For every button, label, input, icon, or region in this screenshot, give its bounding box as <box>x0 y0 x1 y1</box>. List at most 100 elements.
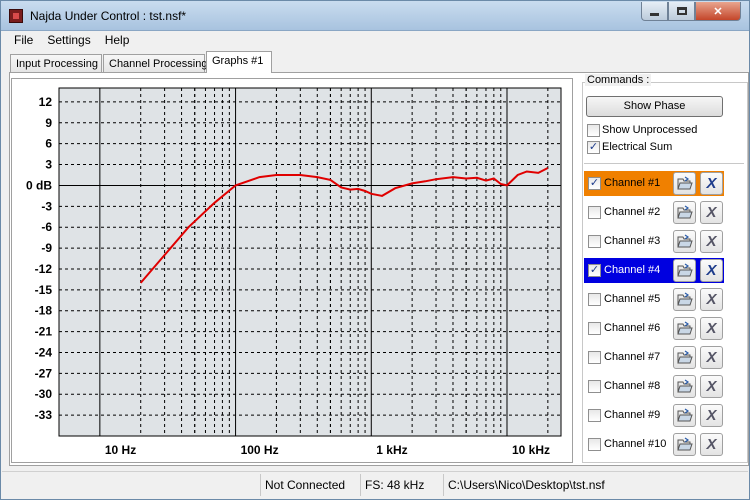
channel-delete-button[interactable]: X <box>700 433 723 456</box>
channel-open-button[interactable] <box>673 230 696 253</box>
y-tick-label: -18 <box>35 304 53 318</box>
show-unprocessed-checkbox[interactable] <box>587 124 600 137</box>
tab-channel-processing[interactable]: Channel Processing <box>103 54 207 73</box>
channel-row: ✓ Channel #1 X <box>584 171 746 196</box>
channel-checkbox[interactable] <box>588 206 601 219</box>
y-tick-label: 12 <box>39 95 53 109</box>
show-unprocessed-label[interactable]: Show Unprocessed <box>602 124 697 136</box>
checkmark-icon: ✓ <box>589 264 600 276</box>
channel-checkbox[interactable] <box>588 293 601 306</box>
channel-row: Channel #3 X <box>584 229 746 254</box>
channel-delete-button[interactable]: X <box>700 230 723 253</box>
x-tick-label: 1 kHz <box>376 443 407 457</box>
y-tick-label: -33 <box>35 408 53 422</box>
channel-open-button[interactable] <box>673 375 696 398</box>
open-folder-icon <box>677 263 693 277</box>
channel-delete-button[interactable]: X <box>700 172 723 195</box>
y-tick-label: -6 <box>41 220 52 234</box>
channel-checkbox[interactable] <box>588 380 601 393</box>
open-folder-icon <box>677 379 693 393</box>
open-folder-icon <box>677 205 693 219</box>
electrical-sum-check: ✓ <box>588 141 599 153</box>
open-folder-icon <box>677 292 693 306</box>
y-tick-label: -12 <box>35 262 53 276</box>
channel-open-button[interactable] <box>673 346 696 369</box>
channel-label[interactable]: Channel #10 <box>604 438 666 450</box>
channel-label[interactable]: Channel #5 <box>604 293 660 305</box>
y-tick-label: 3 <box>45 158 52 172</box>
channel-checkbox[interactable]: ✓ <box>588 264 601 277</box>
checkmark-icon: ✓ <box>589 177 600 189</box>
channel-open-button[interactable] <box>673 259 696 282</box>
tab-graphs-1[interactable]: Graphs #1 <box>206 51 272 73</box>
y-tick-label: -27 <box>35 366 53 380</box>
close-button[interactable]: ✕ <box>695 2 741 21</box>
channel-label[interactable]: Channel #8 <box>604 380 660 392</box>
y-tick-label: -3 <box>41 199 52 213</box>
channel-label[interactable]: Channel #4 <box>604 264 660 276</box>
y-tick-label: -24 <box>35 345 53 359</box>
channel-label[interactable]: Channel #1 <box>604 177 660 189</box>
window-title: Najda Under Control : tst.nsf* <box>30 9 187 23</box>
y-tick-label: -15 <box>35 283 53 297</box>
channel-open-button[interactable] <box>673 433 696 456</box>
delete-icon: X <box>706 204 717 221</box>
minimize-button[interactable] <box>641 2 668 21</box>
maximize-button[interactable] <box>668 2 695 21</box>
channel-delete-button[interactable]: X <box>700 375 723 398</box>
channel-open-button[interactable] <box>673 404 696 427</box>
channel-row: Channel #7 X <box>584 345 746 370</box>
commands-panel: Commands : Show Phase Show Unprocessed ✓… <box>582 73 748 463</box>
delete-icon: X <box>706 349 717 366</box>
delete-icon: X <box>706 407 717 424</box>
status-file-path: C:\Users\Nico\Desktop\tst.nsf <box>443 474 743 496</box>
channel-delete-button[interactable]: X <box>700 317 723 340</box>
status-sample-rate: FS: 48 kHz <box>360 474 440 496</box>
channel-open-button[interactable] <box>673 317 696 340</box>
channel-open-button[interactable] <box>673 288 696 311</box>
status-bar: Not Connected FS: 48 kHz C:\Users\Nico\D… <box>2 471 748 497</box>
channel-label[interactable]: Channel #7 <box>604 351 660 363</box>
y-tick-label: -30 <box>35 387 53 401</box>
minimize-icon <box>650 12 659 16</box>
menu-settings[interactable]: Settings <box>40 32 97 50</box>
channel-checkbox[interactable] <box>588 235 601 248</box>
close-icon: ✕ <box>713 5 723 18</box>
app-icon[interactable] <box>9 9 23 23</box>
open-folder-icon <box>677 234 693 248</box>
channel-label[interactable]: Channel #6 <box>604 322 660 334</box>
electrical-sum-checkbox[interactable]: ✓ <box>587 141 600 154</box>
channel-delete-button[interactable]: X <box>700 288 723 311</box>
x-tick-label: 10 Hz <box>105 443 136 457</box>
channel-delete-button[interactable]: X <box>700 404 723 427</box>
show-phase-button[interactable]: Show Phase <box>586 96 723 117</box>
y-tick-label: -9 <box>41 241 52 255</box>
delete-icon: X <box>706 233 717 250</box>
channel-row: ✓ Channel #4 X <box>584 258 746 283</box>
channel-open-button[interactable] <box>673 172 696 195</box>
channel-checkbox[interactable]: ✓ <box>588 177 601 190</box>
channel-row: Channel #6 X <box>584 316 746 341</box>
channel-checkbox[interactable] <box>588 438 601 451</box>
app-window: Najda Under Control : tst.nsf* ✕ File Se… <box>0 0 750 500</box>
tab-input-processing[interactable]: Input Processing <box>10 54 102 73</box>
channel-delete-button[interactable]: X <box>700 201 723 224</box>
delete-icon: X <box>706 262 717 279</box>
channel-checkbox[interactable] <box>588 351 601 364</box>
menu-file[interactable]: File <box>7 32 40 50</box>
electrical-sum-label[interactable]: Electrical Sum <box>602 141 672 153</box>
y-tick-label: 9 <box>45 116 52 130</box>
channel-label[interactable]: Channel #9 <box>604 409 660 421</box>
channel-label[interactable]: Channel #3 <box>604 235 660 247</box>
channel-open-button[interactable] <box>673 201 696 224</box>
menu-help[interactable]: Help <box>98 32 137 50</box>
title-bar[interactable]: Najda Under Control : tst.nsf* ✕ <box>1 1 749 31</box>
response-graph[interactable]: 12 9 6 3 0 dB -3 -6 -9 -12 -15 -18 -21 -24 -27 -30 -33 1… <box>11 78 573 463</box>
channel-delete-button[interactable]: X <box>700 346 723 369</box>
channel-delete-button[interactable]: X <box>700 259 723 282</box>
channel-label[interactable]: Channel #2 <box>604 206 660 218</box>
channel-checkbox[interactable] <box>588 322 601 335</box>
delete-icon: X <box>706 436 717 453</box>
channel-checkbox[interactable] <box>588 409 601 422</box>
channel-row: Channel #8 X <box>584 374 746 399</box>
